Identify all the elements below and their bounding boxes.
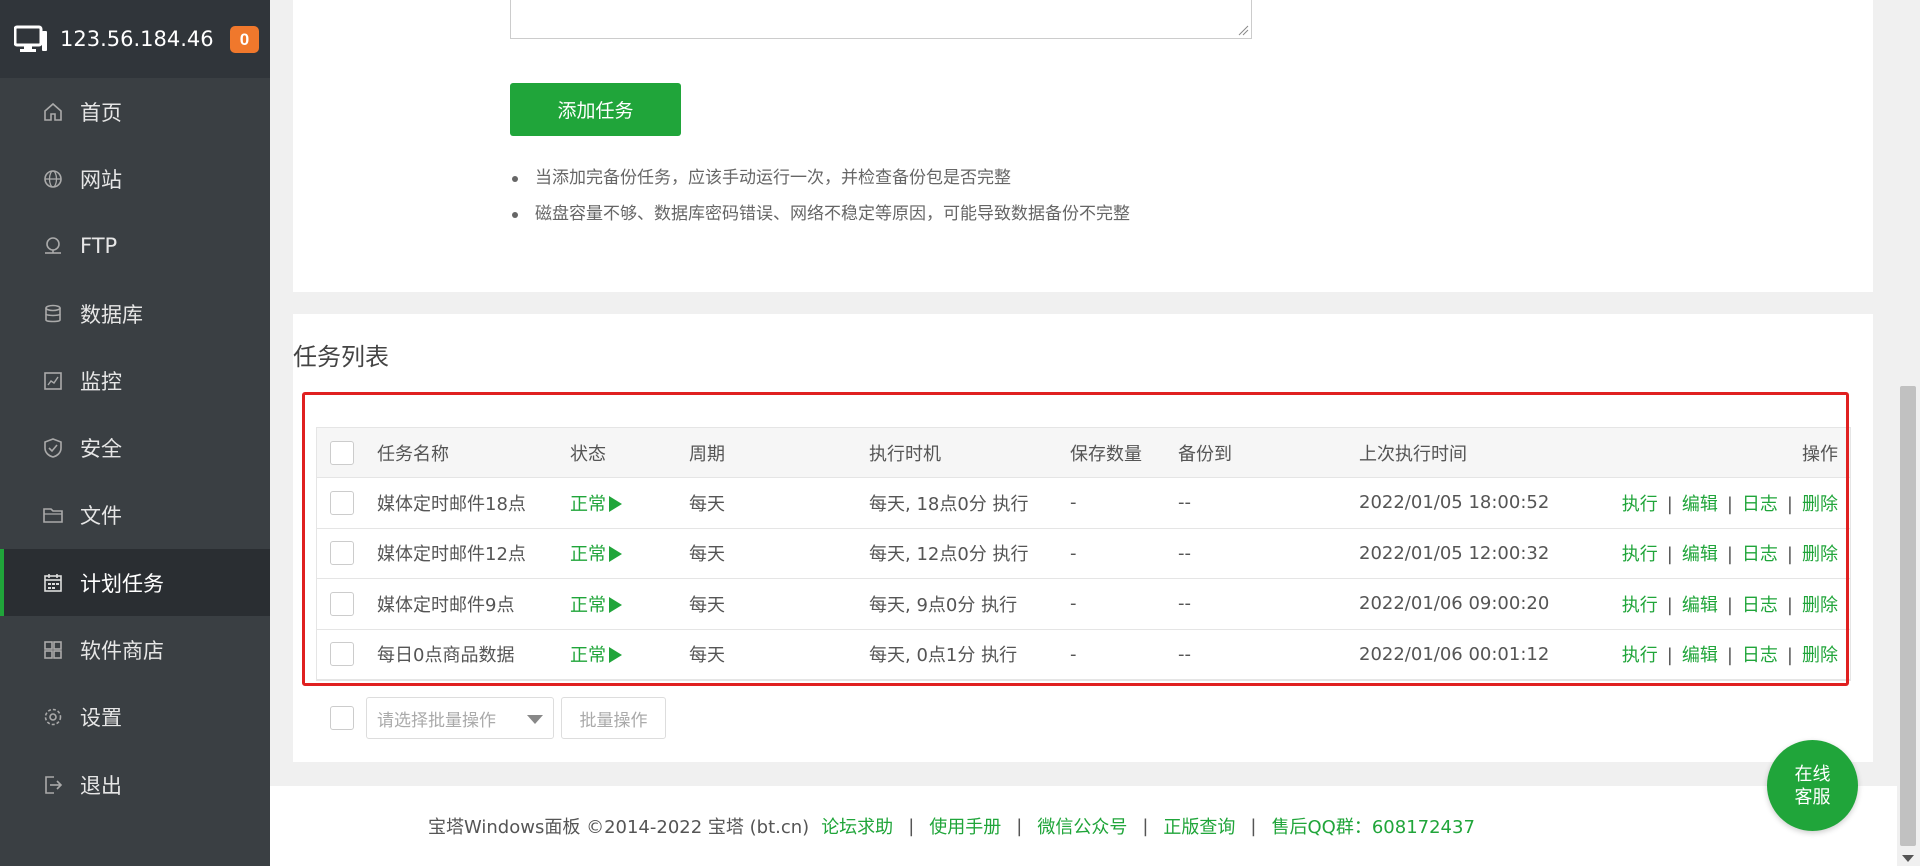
sidebar-item-3[interactable]: 数据库 xyxy=(0,280,270,347)
online-support-button[interactable]: 在线 客服 xyxy=(1767,740,1858,831)
batch-button[interactable]: 批量操作 xyxy=(561,697,666,739)
monitor-chart-icon xyxy=(42,370,64,392)
tip-item: 磁盘容量不够、数据库密码错误、网络不稳定等原因，可能导致数据备份不完整 xyxy=(510,202,1130,238)
add-task-panel: 添加任务 当添加完备份任务，应该手动运行一次，并检查备份包是否完整 磁盘容量不够… xyxy=(293,0,1873,292)
footer-sep: | xyxy=(1250,815,1257,837)
shield-icon xyxy=(42,437,64,459)
notification-badge[interactable]: 0 xyxy=(230,26,259,53)
gear-icon xyxy=(42,706,64,728)
highlight-box xyxy=(302,392,1849,686)
scroll-thumb[interactable] xyxy=(1900,386,1916,846)
footer-sep: | xyxy=(1016,815,1023,837)
batch-select[interactable]: 请选择批量操作 xyxy=(366,697,554,739)
home-icon xyxy=(42,101,64,123)
ftp-icon xyxy=(42,235,64,257)
sidebar-footer xyxy=(0,819,270,866)
server-header: 123.56.184.46 0 xyxy=(0,0,270,78)
sidebar-item-label: 首页 xyxy=(80,100,122,125)
sidebar-item-2[interactable]: FTP xyxy=(0,213,270,280)
tips-list: 当添加完备份任务，应该手动运行一次，并检查备份包是否完整 磁盘容量不够、数据库密… xyxy=(510,166,1130,238)
sidebar-item-6[interactable]: 文件 xyxy=(0,482,270,549)
resize-handle-icon[interactable] xyxy=(1237,24,1249,36)
batch-checkbox[interactable] xyxy=(330,706,354,730)
footer-sep: | xyxy=(1142,815,1149,837)
sidebar-item-label: 网站 xyxy=(80,167,122,192)
footer-link-forum[interactable]: 论坛求助 xyxy=(821,813,893,839)
sidebar-item-1[interactable]: 网站 xyxy=(0,145,270,212)
server-ip: 123.56.184.46 xyxy=(60,27,214,51)
footer-link-qq[interactable]: 售后QQ群：608172437 xyxy=(1272,813,1475,839)
sidebar-item-label: 安全 xyxy=(80,437,122,462)
logout-icon xyxy=(42,774,64,796)
database-icon xyxy=(42,303,64,325)
batch-bar: 请选择批量操作 批量操作 xyxy=(330,697,666,739)
script-textarea[interactable] xyxy=(510,0,1252,39)
footer-copyright: 宝塔Windows面板 ©2014-2022 宝塔 (bt.cn) xyxy=(428,817,810,838)
sidebar-item-label: 计划任务 xyxy=(80,571,164,596)
batch-select-placeholder: 请选择批量操作 xyxy=(377,710,496,731)
footer-link-wechat[interactable]: 微信公众号 xyxy=(1037,813,1127,839)
sidebar-item-label: 退出 xyxy=(80,773,122,798)
sidebar-item-4[interactable]: 监控 xyxy=(0,347,270,414)
add-task-button[interactable]: 添加任务 xyxy=(510,83,681,136)
footer-link-verify[interactable]: 正版查询 xyxy=(1163,813,1235,839)
page-scrollbar[interactable] xyxy=(1897,0,1920,866)
sidebar-item-8[interactable]: 软件商店 xyxy=(0,616,270,683)
footer-sep: | xyxy=(908,815,915,837)
sidebar-item-5[interactable]: 安全 xyxy=(0,414,270,481)
footer-link-manual[interactable]: 使用手册 xyxy=(929,813,1001,839)
globe-icon xyxy=(42,168,64,190)
sidebar-item-label: 文件 xyxy=(80,504,122,529)
monitor-icon xyxy=(14,25,47,52)
task-list-title: 任务列表 xyxy=(293,343,389,371)
sidebar: 123.56.184.46 0 首页网站 FTP 数据库监控安全文件计划任务软件商店… xyxy=(0,0,270,866)
calendar-icon xyxy=(42,572,64,594)
main-content: 添加任务 当添加完备份任务，应该手动运行一次，并检查备份包是否完整 磁盘容量不够… xyxy=(270,0,1900,866)
folder-icon xyxy=(42,504,64,526)
sidebar-nav: 首页网站 FTP 数据库监控安全文件计划任务软件商店设置退出 xyxy=(0,78,270,818)
chat-line2: 客服 xyxy=(1794,786,1831,808)
chevron-down-icon xyxy=(527,715,543,724)
sidebar-item-7[interactable]: 计划任务 xyxy=(0,549,270,617)
sidebar-item-label: 软件商店 xyxy=(80,639,164,664)
sidebar-item-label: FTP xyxy=(80,234,118,259)
sidebar-item-label: 设置 xyxy=(80,706,122,731)
tip-item: 当添加完备份任务，应该手动运行一次，并检查备份包是否完整 xyxy=(510,166,1130,202)
sidebar-item-10[interactable]: 退出 xyxy=(0,751,270,818)
footer: 宝塔Windows面板 ©2014-2022 宝塔 (bt.cn) 论坛求助 |… xyxy=(270,786,1900,866)
sidebar-item-9[interactable]: 设置 xyxy=(0,684,270,751)
scroll-down-icon[interactable] xyxy=(1902,855,1914,862)
sidebar-item-label: 监控 xyxy=(80,369,122,394)
sidebar-item-0[interactable]: 首页 xyxy=(0,78,270,145)
chat-line1: 在线 xyxy=(1794,763,1831,785)
grid-icon xyxy=(42,639,64,661)
sidebar-item-label: 数据库 xyxy=(80,302,143,327)
